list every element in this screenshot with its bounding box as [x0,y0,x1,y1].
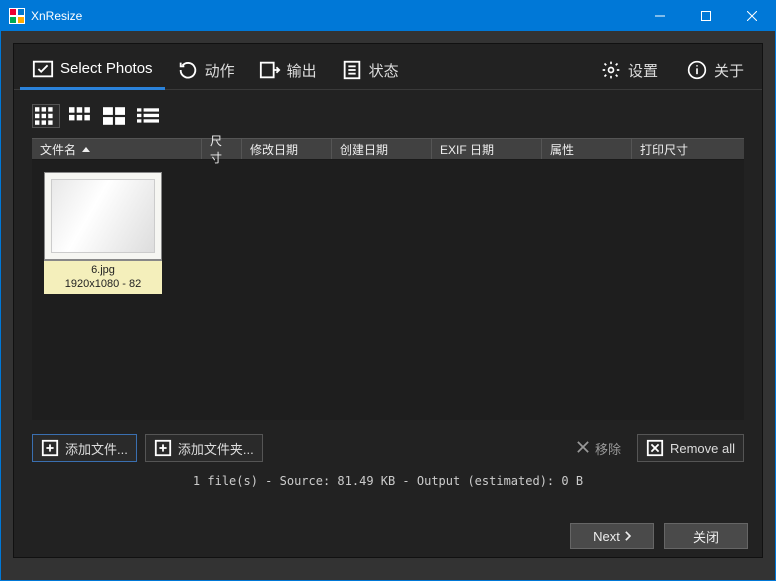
view-toolbar [14,90,762,138]
window-title: XnResize [31,9,82,23]
remove-button[interactable]: 移除 [569,434,629,462]
button-label: Remove all [670,441,735,456]
col-label: 打印尺寸 [640,141,688,158]
col-label: 文件名 [40,141,76,158]
tab-settings[interactable]: 设置 [588,50,670,90]
thumbnail-image [51,179,155,253]
thumbnail-frame [44,172,162,260]
close-button[interactable] [729,1,775,31]
add-file-icon [41,439,59,457]
titlebar: XnResize [1,1,775,31]
tab-label: 设置 [628,60,658,81]
tab-label: 输出 [287,60,317,81]
info-icon [686,59,708,81]
col-filename[interactable]: 文件名 [32,139,202,159]
button-label: 添加文件夹... [178,439,254,458]
button-label: Next [593,529,620,544]
next-button[interactable]: Next [570,523,654,549]
remove-all-button[interactable]: Remove all [637,434,744,462]
col-label: 创建日期 [340,141,388,158]
maximize-button[interactable] [683,1,729,31]
select-photos-icon [32,58,54,80]
tab-output[interactable]: 输出 [247,50,329,90]
tab-label: Select Photos [60,60,153,77]
view-small-grid-button[interactable] [32,104,60,128]
thumbnail-caption: 6.jpg 1920x1080 - 82 [44,260,162,294]
output-icon [259,59,281,81]
tab-actions[interactable]: 动作 [165,50,247,90]
actions-icon [177,59,199,81]
tabs-row: Select Photos 动作 输出 状态 设置 [14,44,762,90]
chevron-right-icon [624,529,631,544]
thumbnail-filename: 6.jpg [44,263,162,277]
tab-label: 动作 [205,60,235,81]
col-label: 修改日期 [250,141,298,158]
content-area[interactable]: 6.jpg 1920x1080 - 82 [32,160,744,420]
button-label: 关闭 [693,527,719,546]
add-folder-button[interactable]: 添加文件夹... [145,434,263,462]
view-list-button[interactable] [134,104,162,128]
thumbnail-info: 1920x1080 - 82 [44,277,162,291]
bottom-row: 添加文件... 添加文件夹... 移除 Remove all [32,434,744,462]
button-label: 添加文件... [65,439,128,458]
tab-label: 状态 [369,60,399,81]
status-icon [341,59,363,81]
col-label: EXIF 日期 [440,141,494,158]
tab-about[interactable]: 关于 [674,50,756,90]
col-attributes[interactable]: 属性 [542,139,632,159]
remove-icon [577,441,589,456]
thumbnail-item[interactable]: 6.jpg 1920x1080 - 82 [44,172,162,294]
col-print-size[interactable]: 打印尺寸 [632,139,744,159]
tab-select-photos[interactable]: Select Photos [20,50,165,90]
tab-status[interactable]: 状态 [329,50,411,90]
col-modified[interactable]: 修改日期 [242,139,332,159]
button-label: 移除 [595,439,621,458]
minimize-button[interactable] [637,1,683,31]
view-medium-grid-button[interactable] [66,104,94,128]
col-size[interactable]: 尺寸 [202,139,242,159]
status-line: 1 file(s) - Source: 81.49 KB - Output (e… [14,462,762,496]
sort-indicator-icon [82,147,90,152]
col-exif-date[interactable]: EXIF 日期 [432,139,542,159]
close-dialog-button[interactable]: 关闭 [664,523,748,549]
tab-label: 关于 [714,60,744,81]
gear-icon [600,59,622,81]
add-files-button[interactable]: 添加文件... [32,434,137,462]
app-icon [9,8,25,24]
remove-all-icon [646,439,664,457]
add-folder-icon [154,439,172,457]
view-large-grid-button[interactable] [100,104,128,128]
col-created[interactable]: 创建日期 [332,139,432,159]
column-header: 文件名 尺寸 修改日期 创建日期 EXIF 日期 属性 打印尺寸 [32,138,744,160]
main-panel: Select Photos 动作 输出 状态 设置 [13,43,763,558]
col-label: 属性 [550,141,574,158]
footer-buttons: Next 关闭 [570,523,748,549]
col-label: 尺寸 [210,132,233,166]
